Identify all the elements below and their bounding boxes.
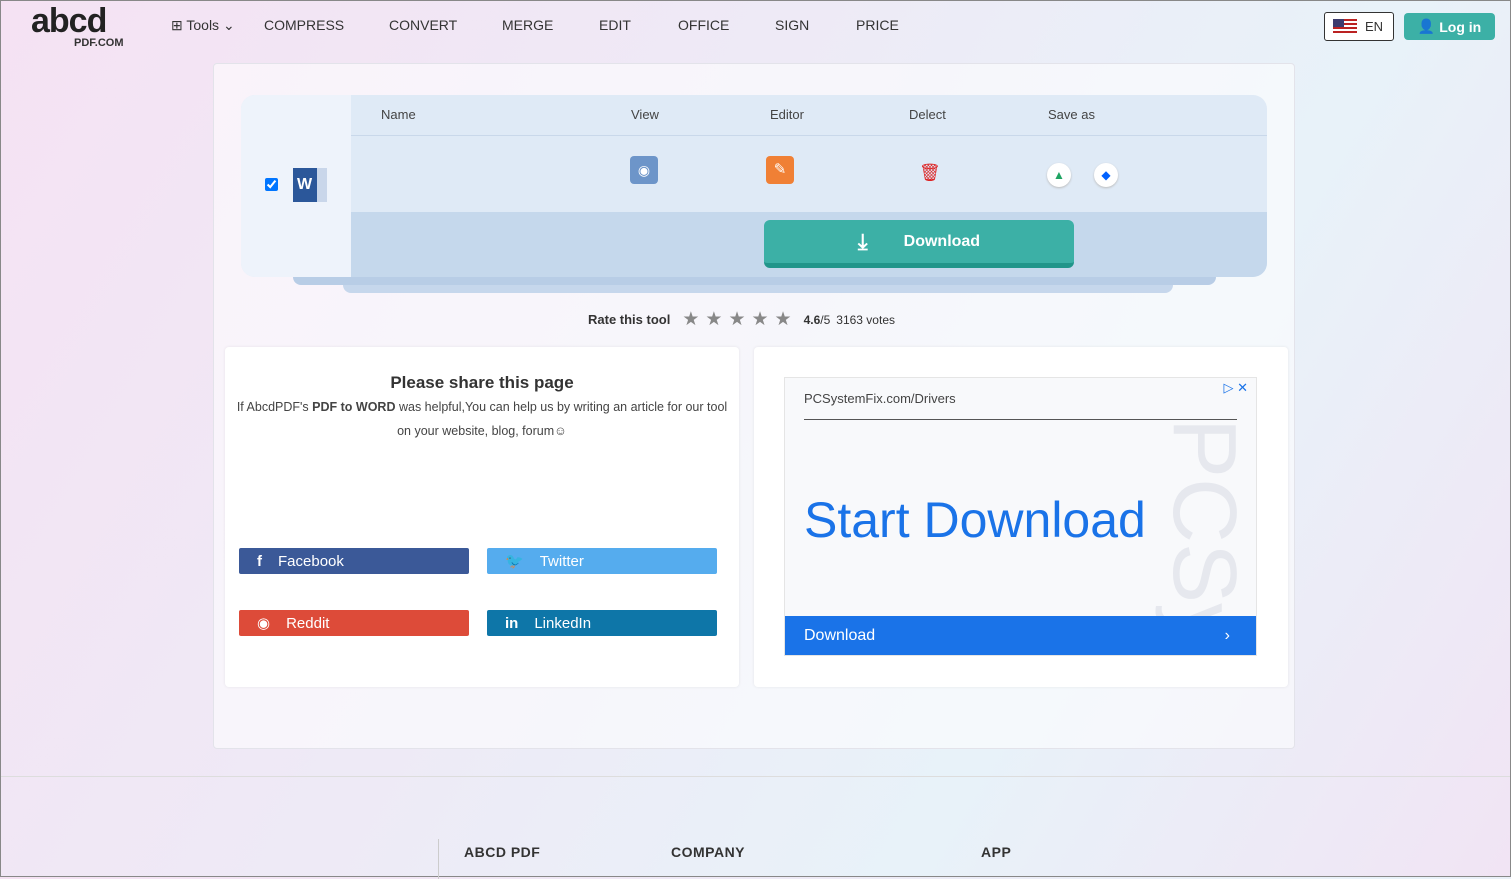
- twitter-label: Twitter: [539, 552, 584, 570]
- advertisement: ▷ ✕ PCSystemFix.com/Drivers PCSys Start …: [754, 347, 1288, 687]
- divider: [438, 839, 439, 879]
- ad-frame[interactable]: ▷ ✕ PCSystemFix.com/Drivers PCSys Start …: [784, 377, 1257, 656]
- star-icon[interactable]: ★: [751, 308, 768, 331]
- us-flag-icon: [1333, 19, 1357, 34]
- star-icon[interactable]: ★: [775, 308, 792, 331]
- nav-compress[interactable]: COMPRESS: [264, 17, 344, 33]
- rating-votes: 3163 votes: [836, 312, 895, 327]
- download-button[interactable]: ⤓ Download: [764, 220, 1074, 268]
- footer: ABCD PDF COMPANY APP: [1, 776, 1510, 879]
- rating: Rate this tool ★ ★ ★ ★ ★ 4.6/5 3163 votes: [588, 308, 895, 331]
- reddit-icon: ◉: [257, 615, 271, 632]
- file-select-column: W: [241, 95, 351, 277]
- share-text-rest: was helpful,You can help us by writing a…: [395, 400, 728, 438]
- reddit-label: Reddit: [286, 614, 330, 632]
- rating-label: Rate this tool: [588, 312, 671, 327]
- ad-headline[interactable]: Start Download: [804, 491, 1146, 549]
- footer-heading-app: APP: [981, 844, 1012, 860]
- linkedin-icon: in: [505, 614, 519, 632]
- grid-icon: ⊞: [171, 17, 187, 33]
- top-nav: abcd PDF.COM ⊞ Tools ⌄ COMPRESS CONVERT …: [1, 1, 1510, 51]
- header-delete: Delect: [909, 107, 946, 122]
- tools-menu[interactable]: ⊞ Tools ⌄: [171, 17, 235, 34]
- rating-max: /5: [820, 312, 831, 327]
- linkedin-button[interactable]: in LinkedIn: [487, 610, 717, 636]
- language-label: EN: [1365, 19, 1384, 34]
- nav-edit[interactable]: EDIT: [599, 17, 631, 33]
- download-label: Download: [903, 232, 981, 250]
- nav-sign[interactable]: SIGN: [775, 17, 809, 33]
- logo-subtext: PDF.COM: [74, 37, 124, 49]
- login-button[interactable]: 👤 Log in: [1404, 13, 1495, 40]
- ad-choices-icon[interactable]: ▷ ✕: [1223, 380, 1248, 396]
- share-text: If AbcdPDF's PDF to WORD was helpful,You…: [225, 395, 739, 443]
- language-selector[interactable]: EN: [1324, 12, 1394, 41]
- file-card: W Name View Editor Delect Save as ◉ ✎ 🗑 …: [241, 95, 1267, 277]
- linkedin-label: LinkedIn: [534, 614, 592, 632]
- twitter-icon: 🐦: [505, 553, 524, 570]
- divider: [351, 135, 1267, 136]
- facebook-label: Facebook: [278, 552, 344, 570]
- header-view: View: [631, 107, 659, 122]
- chevron-down-icon: ⌄: [219, 17, 235, 33]
- trash-icon[interactable]: 🗑: [919, 163, 941, 183]
- ad-cta-label: Download: [804, 626, 876, 644]
- share-panel: Please share this page If AbcdPDF's PDF …: [225, 347, 739, 687]
- view-eye-icon[interactable]: ◉: [630, 156, 658, 184]
- tools-label: Tools: [186, 17, 220, 33]
- twitter-button[interactable]: 🐦 Twitter: [487, 548, 717, 574]
- share-tool-name: PDF to WORD: [312, 400, 396, 414]
- share-title: Please share this page: [390, 373, 574, 392]
- header-save-as: Save as: [1048, 107, 1095, 122]
- facebook-button[interactable]: f Facebook: [239, 548, 469, 574]
- header-editor: Editor: [770, 107, 804, 122]
- chevron-right-icon: ›: [1224, 626, 1230, 644]
- edit-pencil-icon[interactable]: ✎: [766, 156, 794, 184]
- ad-cta-button[interactable]: Download ›: [785, 616, 1256, 655]
- nav-merge[interactable]: MERGE: [502, 17, 553, 33]
- facebook-icon: f: [257, 552, 262, 570]
- download-area: ⤓ Download: [351, 212, 1267, 277]
- footer-heading-company: COMPANY: [671, 844, 746, 860]
- reddit-button[interactable]: ◉ Reddit: [239, 610, 469, 636]
- word-file-icon: W: [293, 168, 327, 202]
- share-text-pre: If AbcdPDF's: [236, 400, 313, 414]
- rating-score: 4.6: [803, 312, 821, 327]
- user-icon: 👤: [1417, 18, 1436, 34]
- login-label: Log in: [1439, 18, 1482, 35]
- star-icon[interactable]: ★: [705, 308, 722, 331]
- google-drive-icon[interactable]: ▲: [1047, 163, 1071, 187]
- footer-heading-abcd: ABCD PDF: [464, 844, 541, 860]
- header-name: Name: [381, 107, 416, 122]
- star-icon[interactable]: ★: [728, 308, 745, 331]
- dropbox-icon[interactable]: ◆: [1094, 163, 1118, 187]
- logo[interactable]: abcd PDF.COM: [31, 2, 131, 49]
- ad-domain[interactable]: PCSystemFix.com/Drivers: [804, 391, 956, 406]
- download-icon: ⤓: [857, 228, 868, 254]
- logo-text: abcd: [31, 2, 107, 40]
- nav-convert[interactable]: CONVERT: [389, 17, 457, 33]
- nav-office[interactable]: OFFICE: [678, 17, 729, 33]
- star-icon[interactable]: ★: [682, 308, 699, 331]
- file-checkbox[interactable]: [265, 178, 278, 191]
- nav-price[interactable]: PRICE: [856, 17, 899, 33]
